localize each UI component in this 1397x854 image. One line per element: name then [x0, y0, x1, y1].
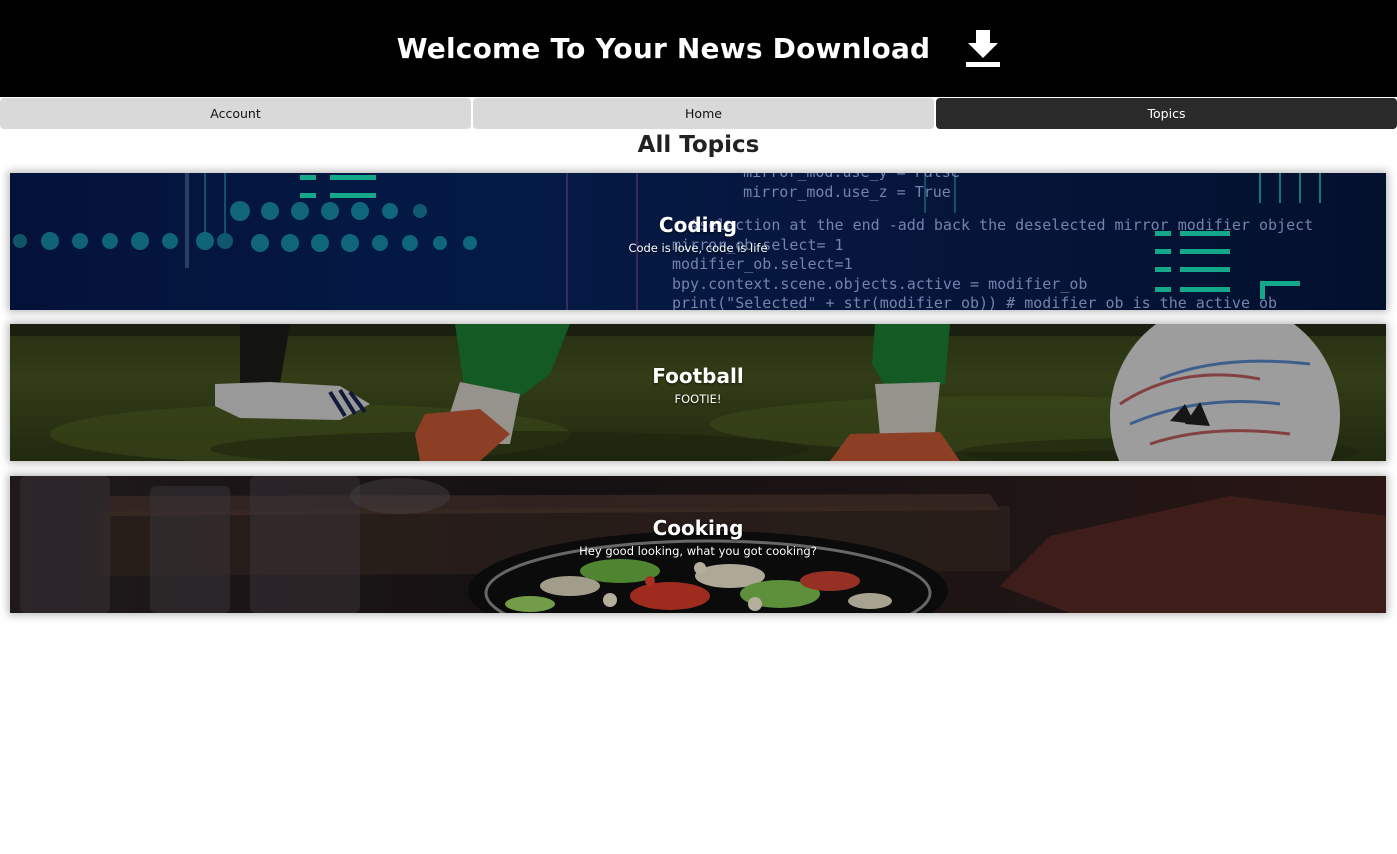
topic-subtitle: Hey good looking, what you got cooking? — [579, 544, 817, 558]
topic-card-football[interactable]: Football FOOTIE! — [10, 324, 1386, 461]
main-nav: Account Home Topics — [0, 98, 1397, 129]
download-button[interactable] — [966, 29, 1001, 70]
page-title: All Topics — [637, 132, 760, 158]
download-icon — [966, 29, 1001, 67]
topic-card-cooking[interactable]: Cooking Hey good looking, what you got c… — [10, 476, 1386, 613]
site-title: Welcome To Your News Download — [396, 32, 931, 65]
tab-topics-label: Topics — [1147, 106, 1186, 121]
topic-title: Football — [652, 364, 744, 388]
topic-card-coding[interactable]: mirror_mod.use_y = False mirror_mod.use_… — [10, 173, 1386, 310]
topic-subtitle: Code is love, code is life — [628, 241, 768, 255]
tab-home-label: Home — [685, 106, 722, 121]
tab-home[interactable]: Home — [473, 98, 934, 129]
topic-title: Coding — [658, 213, 738, 237]
topic-subtitle: FOOTIE! — [674, 392, 722, 406]
site-header: Welcome To Your News Download — [0, 0, 1397, 97]
tab-topics[interactable]: Topics — [936, 98, 1397, 129]
tab-account-label: Account — [210, 106, 261, 121]
topic-title: Cooking — [652, 516, 744, 540]
tab-account[interactable]: Account — [0, 98, 471, 129]
